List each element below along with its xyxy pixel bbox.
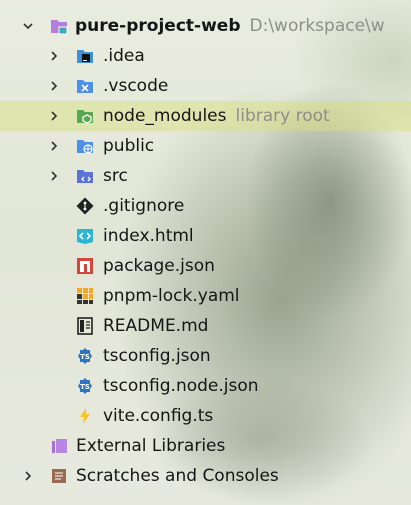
tree-row-public[interactable]: public [0, 131, 411, 161]
chevron-right-icon[interactable] [22, 470, 34, 482]
tree-item-label: .gitignore [103, 196, 185, 216]
npm-file-icon [76, 257, 94, 275]
public-folder-icon [76, 137, 94, 155]
tree-item-label: index.html [103, 226, 194, 246]
tree-row-src[interactable]: src [0, 161, 411, 191]
tree-item-label: tsconfig.json [103, 346, 211, 366]
tree-item-label: tsconfig.node.json [103, 376, 259, 396]
html-file-icon [76, 227, 94, 245]
chevron-right-icon[interactable] [48, 110, 60, 122]
tree-row-idea[interactable]: .idea [0, 41, 411, 71]
tree-item-label: Scratches and Consoles [76, 466, 279, 486]
vite-icon [76, 407, 94, 425]
library-root-hint: library root [235, 106, 330, 126]
tree-item-label: pnpm-lock.yaml [103, 286, 240, 306]
ts-config-icon: TS [76, 377, 94, 395]
tree-item-label: .vscode [103, 76, 169, 96]
tree-item-label: src [103, 166, 128, 186]
tree-row-vite-config[interactable]: vite.config.ts [0, 401, 411, 431]
chevron-right-icon[interactable] [48, 170, 60, 182]
tree-row-project-root[interactable]: pure-project-web D:\workspace\w [0, 11, 411, 41]
markdown-file-icon [76, 317, 94, 335]
git-icon [76, 197, 94, 215]
pnpm-file-icon [76, 287, 94, 305]
chevron-right-icon[interactable] [48, 50, 60, 62]
tree-row-gitignore[interactable]: .gitignore [0, 191, 411, 221]
chevron-right-icon[interactable] [48, 80, 60, 92]
project-name: pure-project-web [75, 16, 241, 36]
tree-row-tsconfig[interactable]: TS tsconfig.json [0, 341, 411, 371]
tree-row-vscode[interactable]: .vscode [0, 71, 411, 101]
tree-row-package-json[interactable]: package.json [0, 251, 411, 281]
tree-item-label: node_modules [103, 106, 227, 126]
chevron-right-icon[interactable] [48, 140, 60, 152]
project-name-label: pure-project-web D:\workspace\w [75, 11, 385, 41]
project-folder-icon [50, 17, 68, 35]
tree-item-label: package.json [103, 256, 215, 276]
svg-text:TS: TS [80, 383, 90, 391]
src-folder-icon [76, 167, 94, 185]
project-path: D:\workspace\w [249, 16, 385, 36]
tree-row-readme[interactable]: README.md [0, 311, 411, 341]
node-modules-folder-icon [76, 107, 94, 125]
tree-row-pnpm-lock[interactable]: pnpm-lock.yaml [0, 281, 411, 311]
chevron-down-icon[interactable] [22, 20, 34, 32]
external-libraries-icon [50, 437, 68, 455]
tree-item-label: README.md [103, 316, 209, 336]
tree-row-node-modules[interactable]: node_modules library root [0, 101, 411, 131]
tree-item-label: .idea [103, 46, 145, 66]
tree-row-index-html[interactable]: index.html [0, 221, 411, 251]
tree-item-label: public [103, 136, 155, 156]
ts-config-icon: TS [76, 347, 94, 365]
tree-row-tsconfig-node[interactable]: TS tsconfig.node.json [0, 371, 411, 401]
vscode-folder-icon [76, 77, 94, 95]
scratches-icon [50, 467, 68, 485]
svg-text:TS: TS [80, 353, 90, 361]
idea-folder-icon [76, 47, 94, 65]
tree-item-label: vite.config.ts [103, 406, 214, 426]
tree-item-label-group: node_modules library root [103, 101, 330, 131]
tree-item-label: External Libraries [76, 436, 226, 456]
tree-row-external-libraries[interactable]: External Libraries [0, 431, 411, 461]
tree-row-scratches[interactable]: Scratches and Consoles [0, 461, 411, 491]
